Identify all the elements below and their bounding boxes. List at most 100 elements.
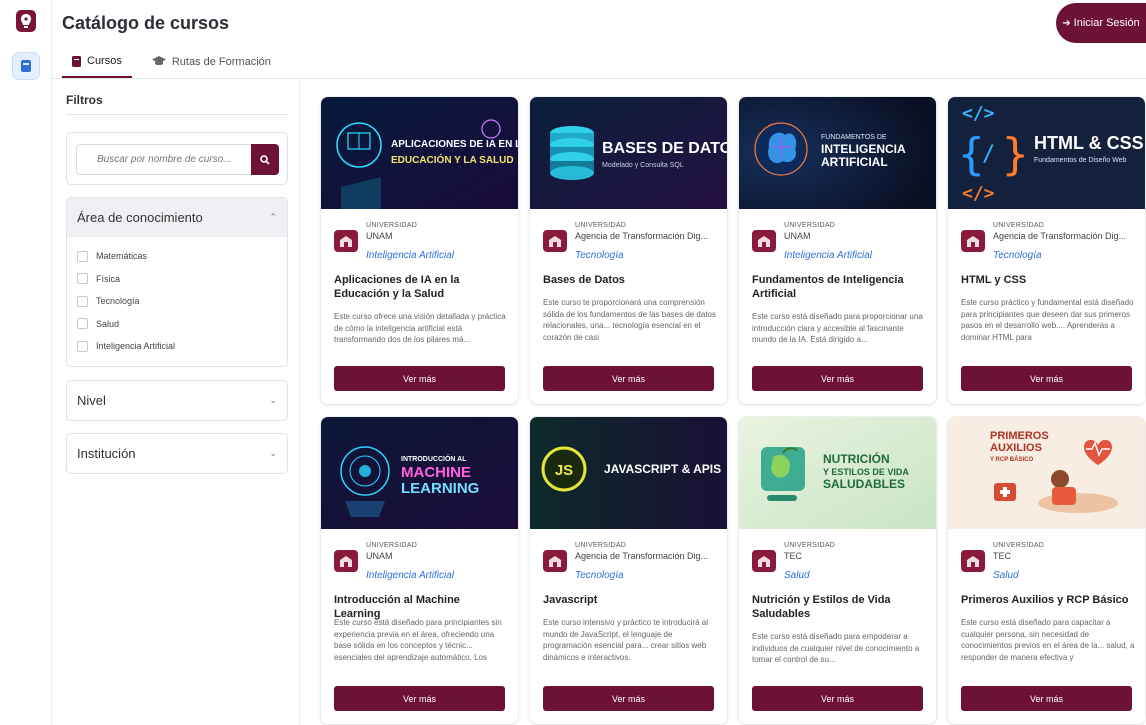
institution-type: UNIVERSIDAD <box>575 542 627 549</box>
course-title: Javascript <box>543 594 598 606</box>
filter-nivel: Nivel ⌄ <box>66 380 288 421</box>
checkbox[interactable] <box>77 340 88 352</box>
image-title: BASES DE DATOS <box>602 140 727 157</box>
image-title: MACHINE <box>401 464 471 481</box>
chevron-down-icon: ⌄ <box>269 395 277 405</box>
course-image[interactable]: BASES DE DATOS Modelado y Consulta SQL <box>530 97 727 209</box>
ver-mas-button[interactable]: Ver más <box>961 686 1132 711</box>
course-image[interactable]: INTRODUCCIÓN AL MACHINE LEARNING <box>321 417 518 529</box>
search-input[interactable] <box>76 144 251 175</box>
institution-logo-icon <box>961 230 985 252</box>
institution-type: UNIVERSIDAD <box>366 542 418 549</box>
tab-bar: Cursos Rutas de Formación <box>62 46 281 78</box>
ver-mas-button[interactable]: Ver más <box>543 366 714 391</box>
option-label: Tecnología <box>96 296 140 307</box>
institution-name: TEC <box>784 551 802 561</box>
institution-logo-icon <box>543 230 567 252</box>
institution-name: Agencia de Transformación Dig... <box>993 231 1127 241</box>
tab-cursos[interactable]: Cursos <box>62 46 132 78</box>
ver-mas-button[interactable]: Ver más <box>543 686 714 711</box>
institution-type: UNIVERSIDAD <box>575 222 627 229</box>
image-subtitle: Fundamentos de Diseño Web <box>1034 157 1127 164</box>
course-card-html-css: </> { / } </> HTML & CSS Fundamentos de … <box>948 97 1145 404</box>
course-card-primeros-auxilios: PRIMEROS AUXILIOS Y RCP BÁSICO UNIVERSID… <box>948 417 1145 724</box>
course-title: HTML y CSS <box>961 274 1027 286</box>
filter-option-matematicas[interactable]: Matemáticas <box>77 245 277 268</box>
filter-section-label: Nivel <box>77 393 106 408</box>
checkbox[interactable] <box>77 273 88 285</box>
checkbox[interactable] <box>77 250 88 262</box>
image-title: PRIMEROS <box>990 430 1049 442</box>
option-label: Salud <box>96 318 120 329</box>
course-description: Este curso intensivo y práctico te intro… <box>543 618 708 662</box>
course-description: Este curso ofrece una visión detallada y… <box>334 312 506 344</box>
option-label: Inteligencia Artificial <box>96 341 176 352</box>
filters-title: Filtros <box>66 93 103 107</box>
course-title: Fundamentos de Inteligencia Artificial <box>752 274 904 300</box>
search-button[interactable] <box>251 144 279 175</box>
tab-label: Cursos <box>87 55 122 67</box>
course-area: Tecnología <box>575 250 624 261</box>
course-image[interactable]: NUTRICIÓN Y ESTILOS DE VIDA SALUDABLES <box>739 417 936 529</box>
filter-institucion-header[interactable]: Institución ⌄ <box>67 434 287 473</box>
institution-logo-icon <box>961 550 985 572</box>
institution-name: Agencia de Transformación Dig... <box>575 551 709 561</box>
course-card-javascript: JS JAVASCRIPT & APIS UNIVERSIDAD Agencia… <box>530 417 727 724</box>
course-image[interactable]: PRIMEROS AUXILIOS Y RCP BÁSICO <box>948 417 1145 529</box>
ver-mas-button[interactable]: Ver más <box>752 686 923 711</box>
filter-option-fisica[interactable]: Física <box>77 268 277 291</box>
image-title: LEARNING <box>401 480 479 497</box>
ver-mas-button[interactable]: Ver más <box>752 366 923 391</box>
ver-mas-button[interactable]: Ver más <box>961 366 1132 391</box>
course-area: Inteligencia Artificial <box>784 250 873 261</box>
image-title: JAVASCRIPT & APIS <box>604 462 721 476</box>
course-image[interactable]: APLICACIONES DE IA EN LA EDUCACIÓN Y LA … <box>321 97 518 209</box>
svg-text:/: / <box>982 142 995 167</box>
filter-option-salud[interactable]: Salud <box>77 313 277 336</box>
course-description: Este curso está diseñado para principian… <box>334 618 502 662</box>
image-title: SALUDABLES <box>823 477 905 491</box>
image-title: INTRODUCCIÓN AL <box>401 454 467 463</box>
course-card-machine-learning: INTRODUCCIÓN AL MACHINE LEARNING UNIVERS… <box>321 417 518 724</box>
course-description: Este curso está diseñado para proporcion… <box>752 312 923 344</box>
svg-text:</>: </> <box>962 103 995 124</box>
image-title: EDUCACIÓN Y LA SALUD <box>391 153 514 166</box>
left-rail <box>0 0 52 725</box>
institution-type: UNIVERSIDAD <box>784 542 836 549</box>
institution-type: UNIVERSIDAD <box>366 222 418 229</box>
checkbox[interactable] <box>77 318 88 330</box>
sign-in-icon: ➔ <box>1062 17 1071 29</box>
filter-option-tecnologia[interactable]: Tecnología <box>77 290 277 313</box>
institution: UNIVERSIDAD Agencia de Transformación Di… <box>543 222 723 262</box>
institution-logo-icon <box>334 230 358 252</box>
image-subtitle: Modelado y Consulta SQL <box>602 162 684 169</box>
filter-option-inteligencia-artificial[interactable]: Inteligencia Artificial <box>77 335 277 358</box>
image-title: APLICACIONES DE IA EN LA <box>391 139 518 150</box>
course-image[interactable]: </> { / } </> HTML & CSS Fundamentos de … <box>948 97 1145 209</box>
ver-mas-button[interactable]: Ver más <box>334 366 505 391</box>
svg-text:{: { <box>958 129 985 180</box>
tab-rutas-de-formacion[interactable]: Rutas de Formación <box>142 46 281 78</box>
ver-mas-button[interactable]: Ver más <box>334 686 505 711</box>
institution-name: TEC <box>993 551 1011 561</box>
course-area: Tecnología <box>993 250 1042 261</box>
course-image[interactable]: FUNDAMENTOS DE INTELIGENCIA ARTIFICIAL <box>739 97 936 209</box>
image-title: AUXILIOS <box>990 442 1042 454</box>
search-icon <box>260 154 270 165</box>
filter-area-header[interactable]: Área de conocimiento ⌃ <box>67 198 287 237</box>
institution-name: Agencia de Transformación Dig... <box>575 231 709 241</box>
course-title: Primeros Auxilios y RCP Básico <box>961 594 1129 606</box>
image-title: HTML & CSS <box>1034 133 1144 153</box>
course-card-nutricion: NUTRICIÓN Y ESTILOS DE VIDA SALUDABLES U… <box>739 417 936 724</box>
institution-name: UNAM <box>366 551 393 561</box>
institution-logo-icon <box>334 550 358 572</box>
checkbox[interactable] <box>77 295 88 307</box>
image-title: NUTRICIÓN <box>823 451 890 466</box>
course-image[interactable]: JS JAVASCRIPT & APIS <box>530 417 727 529</box>
app-logo-icon[interactable] <box>16 10 36 32</box>
course-description: Este curso te proporcionará una comprens… <box>543 298 717 342</box>
image-title: Y RCP BÁSICO <box>990 456 1033 463</box>
filter-nivel-header[interactable]: Nivel ⌄ <box>67 381 287 420</box>
catalog-nav-button[interactable] <box>12 52 40 80</box>
login-button[interactable]: ➔ Iniciar Sesión <box>1056 3 1146 43</box>
